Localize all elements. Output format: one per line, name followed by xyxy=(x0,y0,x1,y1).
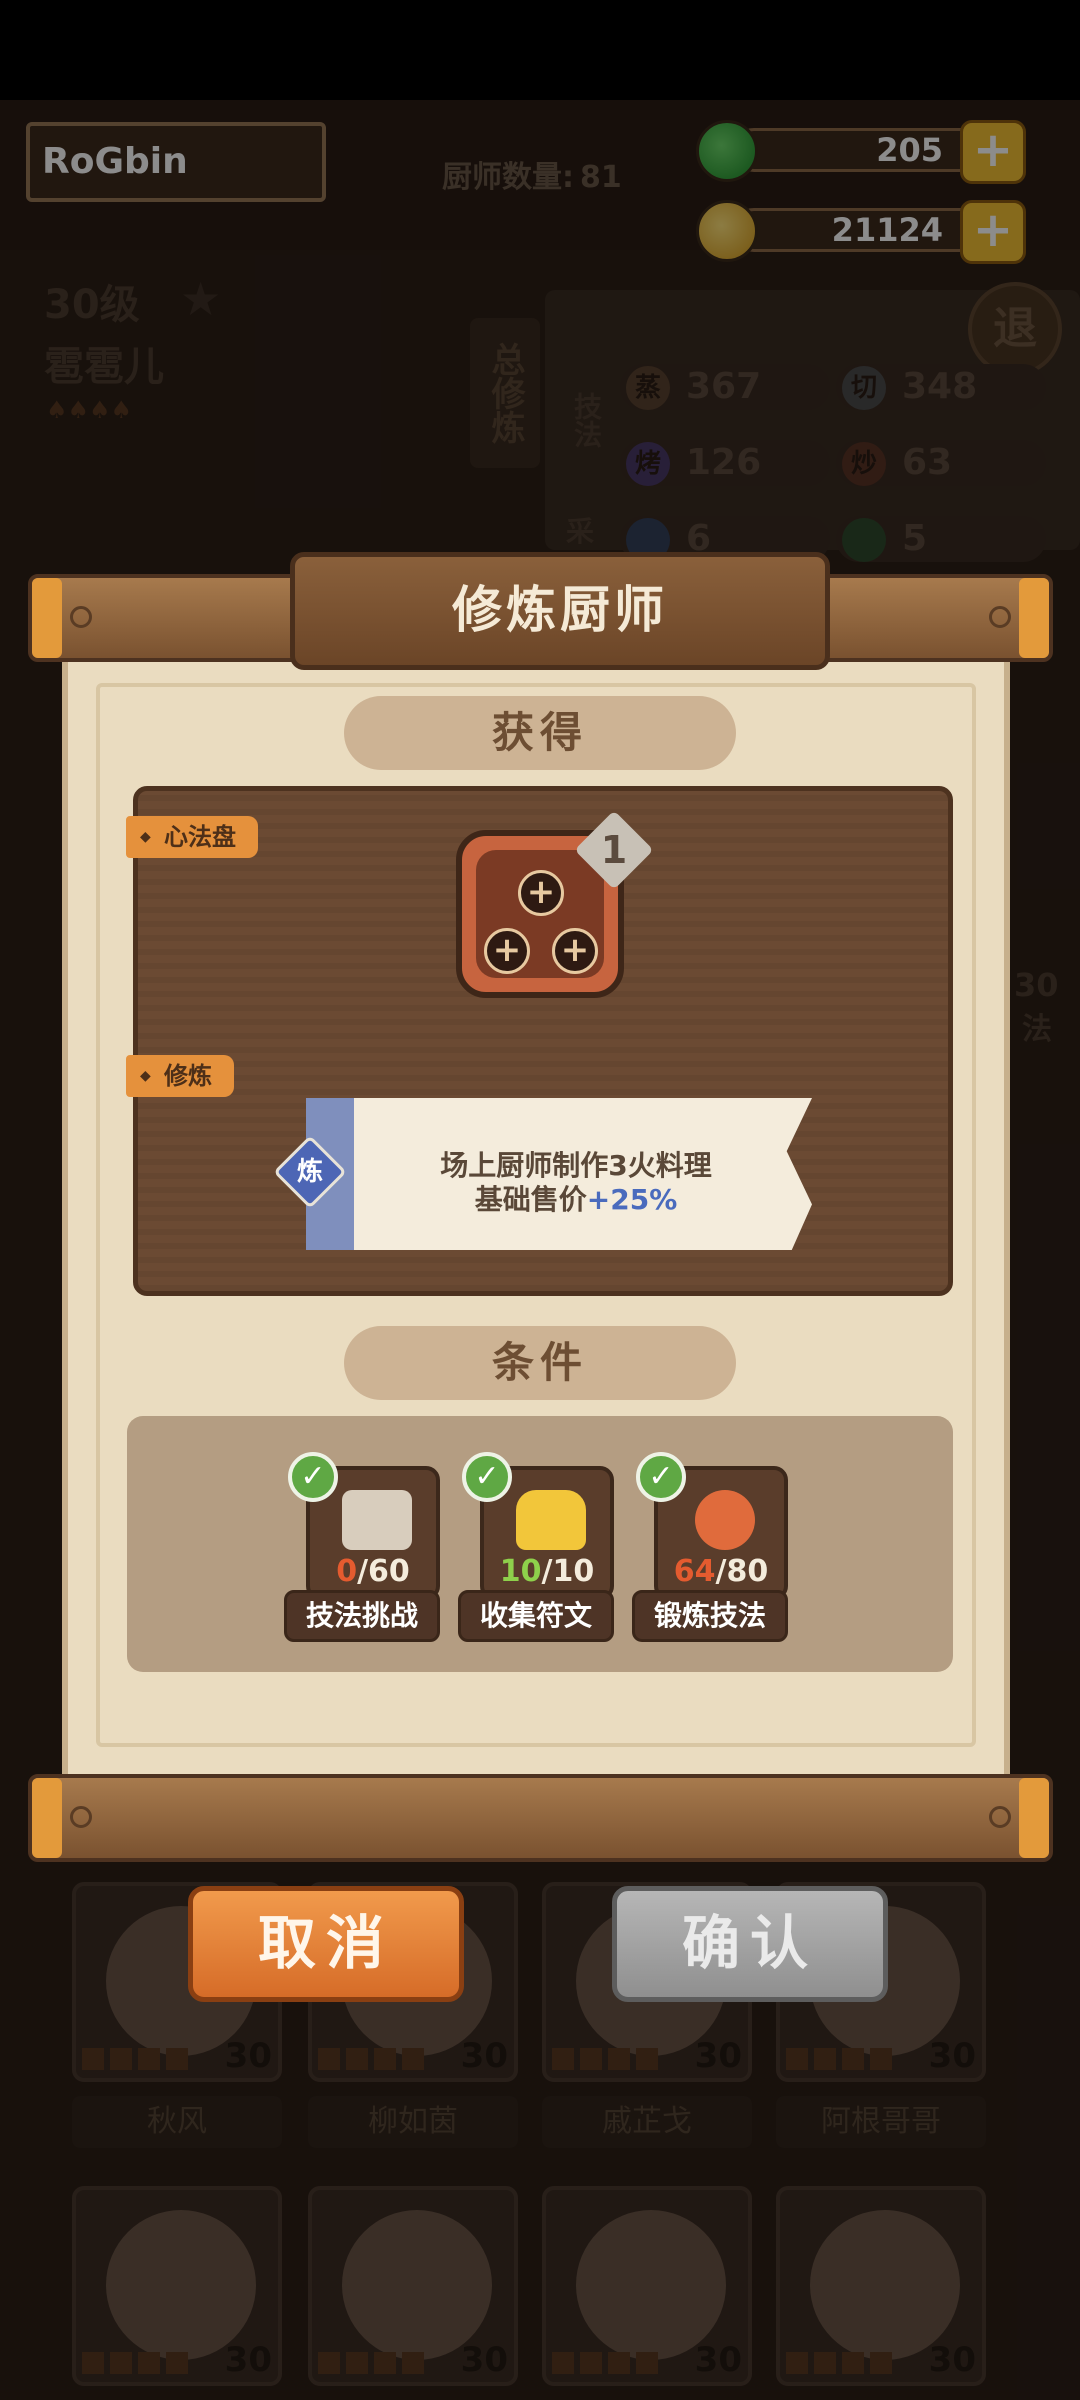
scroll-icon xyxy=(342,1490,412,1550)
nail-icon xyxy=(70,1806,92,1828)
conditions-section-label: 条件 xyxy=(344,1326,736,1400)
rune-icon xyxy=(516,1490,586,1550)
condition-label: 技法挑战 xyxy=(284,1590,440,1642)
dialog-title: 修炼厨师 xyxy=(290,552,830,670)
rod-cap-right xyxy=(1019,1778,1049,1858)
plus-slot-icon: + xyxy=(518,870,564,916)
status-bar xyxy=(0,0,1080,100)
gain-section-label: 获得 xyxy=(344,696,736,770)
rod-cap-left xyxy=(32,578,62,658)
plus-slot-icon: + xyxy=(552,928,598,974)
alarm-clock-icon xyxy=(695,1490,755,1550)
xinfa-count: 1 xyxy=(600,828,628,872)
condition-progress: 0/60 xyxy=(306,1554,440,1589)
condition-label: 锻炼技法 xyxy=(632,1590,788,1642)
nail-icon xyxy=(70,606,92,628)
progress-current: 10 xyxy=(499,1554,542,1589)
progress-total: /60 xyxy=(357,1554,410,1589)
progress-total: /10 xyxy=(541,1554,595,1589)
cancel-button[interactable]: 取消 xyxy=(188,1886,464,2002)
lian-badge-label: 炼 xyxy=(296,1157,323,1187)
check-icon: ✓ xyxy=(462,1452,512,1502)
plus-slot-icon: + xyxy=(484,928,530,974)
condition-progress: 64/80 xyxy=(654,1554,788,1589)
scroll-bottom-rod xyxy=(28,1774,1053,1862)
progress-current: 0 xyxy=(336,1554,358,1589)
progress-total: /80 xyxy=(715,1554,769,1589)
effect-prefix: 基础售价 xyxy=(474,1183,587,1216)
effect-note: 场上厨师制作3火料理 基础售价+25% xyxy=(306,1098,812,1250)
check-icon: ✓ xyxy=(288,1452,338,1502)
rod-cap-right xyxy=(1019,578,1049,658)
nail-icon xyxy=(989,1806,1011,1828)
confirm-button[interactable]: 确认 xyxy=(612,1886,888,2002)
condition-label: 收集符文 xyxy=(458,1590,614,1642)
check-icon: ✓ xyxy=(636,1452,686,1502)
effect-line-2: 基础售价+25% xyxy=(406,1178,746,1218)
rod-cap-left xyxy=(32,1778,62,1858)
effect-boost: +25% xyxy=(586,1183,678,1216)
progress-current: 64 xyxy=(673,1554,716,1589)
xinfa-tag: 心法盘 xyxy=(126,816,258,858)
nail-icon xyxy=(989,606,1011,628)
condition-progress: 10/10 xyxy=(480,1554,614,1589)
xiulian-tag: 修炼 xyxy=(126,1055,234,1097)
